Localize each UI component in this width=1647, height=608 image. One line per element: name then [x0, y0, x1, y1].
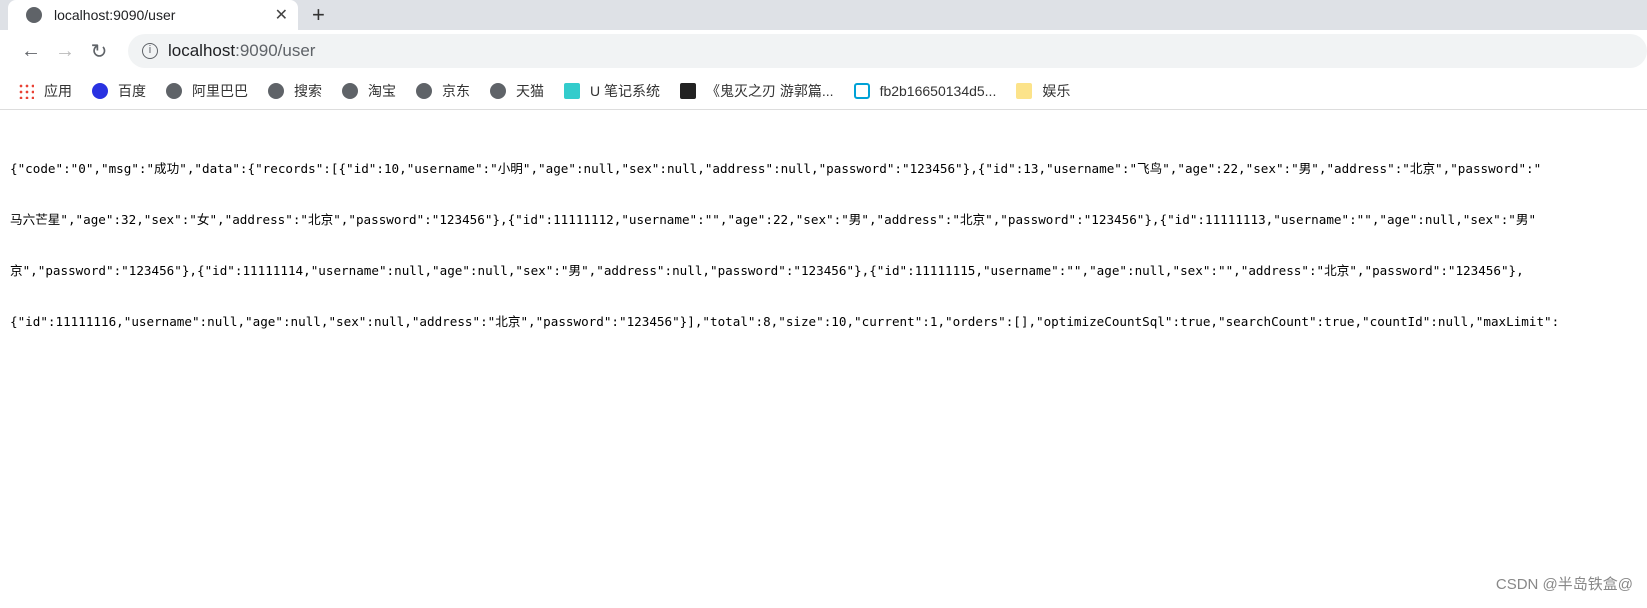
bookmark-anime[interactable]: 《鬼灭之刃 游郭篇...: [680, 81, 834, 101]
new-tab-button[interactable]: +: [312, 2, 325, 28]
close-icon[interactable]: ✕: [275, 5, 288, 25]
back-button[interactable]: ←: [14, 40, 48, 63]
globe-icon: [342, 82, 358, 99]
bookmark-tmall[interactable]: 天猫: [490, 81, 544, 101]
bookmarks-bar: 应用 百度 阿里巴巴 搜索 淘宝 京东 天猫 U 笔记系统 《鬼灭之刃 游郭篇.…: [0, 72, 1647, 110]
toolbar: ← → ↻ i localhost:9090/user: [0, 30, 1647, 72]
url-path: :9090/user: [235, 41, 316, 60]
globe-icon: [166, 82, 182, 99]
json-line: 京","password":"123456"},{"id":11111114,"…: [10, 263, 1524, 278]
folder-icon: [1016, 82, 1033, 99]
reload-button[interactable]: ↻: [82, 39, 116, 64]
bookmark-apps[interactable]: 应用: [18, 81, 72, 101]
bookmark-bilibili[interactable]: fb2b16650134d5...: [853, 82, 997, 99]
json-line: {"code":"0","msg":"成功","data":{"records"…: [10, 161, 1542, 176]
globe-icon: [268, 82, 284, 99]
bookmark-label: 淘宝: [368, 82, 396, 99]
bookmark-label: 天猫: [516, 82, 544, 99]
globe-icon: [490, 82, 506, 99]
tab-title: localhost:9090/user: [54, 7, 176, 23]
bookmark-label: 阿里巴巴: [192, 82, 248, 99]
url-host: localhost: [168, 41, 236, 60]
bookmark-label: fb2b16650134d5...: [879, 82, 997, 99]
address-bar[interactable]: i localhost:9090/user: [128, 34, 1647, 68]
bilibili-icon: [853, 82, 870, 99]
bookmark-label: 京东: [442, 82, 470, 99]
bookmark-jd[interactable]: 京东: [416, 81, 470, 101]
json-line: {"id":11111116,"username":null,"age":nul…: [10, 314, 1560, 329]
bookmark-label: 娱乐: [1042, 82, 1071, 99]
bookmark-label: 百度: [118, 82, 146, 99]
json-line: 马六芒星","age":32,"sex":"女","address":"北京",…: [10, 212, 1537, 227]
baidu-icon: [92, 82, 108, 99]
apps-icon: [18, 82, 34, 99]
watermark: CSDN @半岛铁盒@: [1495, 576, 1633, 593]
json-response-body: {"code":"0","msg":"成功","data":{"records"…: [10, 126, 1647, 347]
bookmark-notes[interactable]: U 笔记系统: [564, 81, 660, 101]
bookmark-alibaba[interactable]: 阿里巴巴: [166, 81, 248, 101]
bookmark-search[interactable]: 搜索: [268, 81, 322, 101]
bookmark-label: U 笔记系统: [590, 82, 660, 99]
bookmark-label: 应用: [44, 82, 72, 99]
bookmark-baidu[interactable]: 百度: [92, 81, 146, 101]
note-icon: [564, 82, 580, 99]
info-icon[interactable]: i: [142, 43, 158, 59]
game-icon: [680, 82, 696, 99]
bookmark-taobao[interactable]: 淘宝: [342, 81, 396, 101]
bookmark-label: 搜索: [294, 82, 322, 99]
bookmark-label: 《鬼灭之刃 游郭篇...: [706, 82, 834, 99]
globe-icon: [416, 82, 432, 99]
browser-tab[interactable]: localhost:9090/user ✕: [8, 0, 298, 30]
bookmark-folder-entertainment[interactable]: 娱乐: [1016, 81, 1070, 101]
globe-icon: [26, 7, 42, 23]
forward-button[interactable]: →: [48, 40, 82, 63]
tab-strip: localhost:9090/user ✕ +: [0, 0, 1647, 30]
